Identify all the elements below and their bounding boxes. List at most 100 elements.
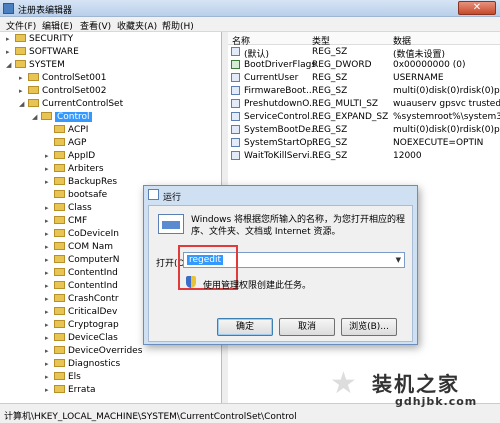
tree-item[interactable]: ▸ CoDeviceIn bbox=[45, 229, 119, 242]
expand-arrow-icon[interactable]: ▸ bbox=[45, 230, 53, 238]
tree-item[interactable]: ▸ AppID bbox=[45, 151, 95, 164]
expand-arrow-icon[interactable]: ▸ bbox=[45, 360, 53, 368]
tree-item-label[interactable]: bootsafe bbox=[68, 190, 107, 200]
tree-item-label[interactable]: ControlSet002 bbox=[42, 86, 107, 96]
value-row[interactable]: WaitToKillServi... REG_SZ 12000 bbox=[228, 150, 500, 163]
value-row[interactable]: BootDriverFlags REG_DWORD 0x00000000 (0) bbox=[228, 59, 500, 72]
tree-item-label[interactable]: ComputerN bbox=[68, 255, 119, 265]
collapse-arrow-icon[interactable]: ◢ bbox=[6, 61, 14, 69]
tree-item-label[interactable]: ContentInd bbox=[68, 268, 118, 278]
expand-arrow-icon[interactable]: ▸ bbox=[45, 243, 53, 251]
expand-arrow-icon[interactable]: ▸ bbox=[45, 204, 53, 212]
tree-item[interactable]: ◢ CurrentControlSet bbox=[19, 99, 123, 112]
tree-item-label[interactable]: ContentInd bbox=[68, 281, 118, 291]
tree-item[interactable]: ▸ Diagnostics bbox=[45, 359, 120, 372]
tree-item-label[interactable]: AGP bbox=[68, 138, 86, 148]
ok-button[interactable]: 确定 bbox=[217, 318, 273, 336]
tree-item[interactable]: ▸ Els bbox=[45, 372, 81, 385]
tree-item-label[interactable]: CrashContr bbox=[68, 294, 119, 304]
expand-arrow-icon[interactable]: ▸ bbox=[6, 35, 14, 43]
value-row[interactable]: CurrentUser REG_SZ USERNAME bbox=[228, 72, 500, 85]
close-button[interactable]: ✕ bbox=[458, 1, 496, 15]
tree-item[interactable]: ▸ CMF bbox=[45, 216, 87, 229]
expand-arrow-icon[interactable]: ▸ bbox=[45, 308, 53, 316]
expand-arrow-icon[interactable]: ▸ bbox=[45, 386, 53, 394]
value-row[interactable]: SystemStartOp... REG_SZ NOEXECUTE=OPTIN bbox=[228, 137, 500, 150]
tree-item[interactable]: ▸ DeviceOverrides bbox=[45, 346, 142, 359]
tree-item[interactable]: ▸ ComputerN bbox=[45, 255, 119, 268]
tree-item[interactable]: AGP bbox=[45, 138, 86, 151]
collapse-arrow-icon[interactable]: ◢ bbox=[19, 100, 27, 108]
tree-item-label[interactable]: Diagnostics bbox=[68, 359, 120, 369]
tree-item-label[interactable]: Arbiters bbox=[68, 164, 104, 174]
tree-item-label[interactable]: SOFTWARE bbox=[29, 47, 79, 57]
tree-item-label[interactable]: DeviceClas bbox=[68, 333, 118, 343]
expand-arrow-icon[interactable]: ▸ bbox=[6, 48, 14, 56]
tree-item-label[interactable]: CriticalDev bbox=[68, 307, 117, 317]
run-dialog-titlebar[interactable]: 运行 bbox=[144, 186, 417, 204]
expand-arrow-icon[interactable]: ▸ bbox=[45, 373, 53, 381]
tree-item-label[interactable]: Class bbox=[68, 203, 92, 213]
tree-item[interactable]: ▸ ContentInd bbox=[45, 281, 118, 294]
menu-file[interactable]: 文件(F) bbox=[6, 19, 36, 32]
tree-item-label[interactable]: Errata bbox=[68, 385, 96, 395]
tree-item[interactable]: ◢ SYSTEM bbox=[6, 60, 65, 73]
expand-arrow-icon[interactable]: ▸ bbox=[45, 152, 53, 160]
menu-favorites[interactable]: 收藏夹(A) bbox=[117, 19, 157, 32]
tree-item[interactable]: ▸ Class bbox=[45, 203, 92, 216]
tree-item-label[interactable]: COM Nam bbox=[68, 242, 113, 252]
expand-arrow-icon[interactable]: ▸ bbox=[45, 334, 53, 342]
expand-arrow-icon[interactable]: ▸ bbox=[19, 87, 27, 95]
menu-help[interactable]: 帮助(H) bbox=[162, 19, 194, 32]
tree-item[interactable]: bootsafe bbox=[45, 190, 107, 203]
tree-item-label[interactable]: AppID bbox=[68, 151, 95, 161]
value-row[interactable]: FirmwareBoot... REG_SZ multi(0)disk(0)rdis… bbox=[228, 85, 500, 98]
menu-edit[interactable]: 编辑(E) bbox=[42, 19, 73, 32]
tree-item-label[interactable]: SECURITY bbox=[29, 34, 73, 44]
tree-item[interactable]: ▸ BackupRes bbox=[45, 177, 117, 190]
tree-item-label[interactable]: Control bbox=[55, 112, 92, 122]
expand-arrow-icon[interactable]: ▸ bbox=[45, 256, 53, 264]
browse-button[interactable]: 浏览(B)... bbox=[341, 318, 397, 336]
tree-item[interactable]: ▸ CrashContr bbox=[45, 294, 119, 307]
tree-item[interactable]: ▸ SOFTWARE bbox=[6, 47, 79, 60]
tree-item[interactable]: ▸ ContentInd bbox=[45, 268, 118, 281]
expand-arrow-icon[interactable]: ▸ bbox=[45, 295, 53, 303]
collapse-arrow-icon[interactable]: ◢ bbox=[32, 113, 40, 121]
expand-arrow-icon[interactable]: ▸ bbox=[45, 347, 53, 355]
tree-item-label[interactable]: Els bbox=[68, 372, 81, 382]
tree-item-label[interactable]: BackupRes bbox=[68, 177, 117, 187]
expand-arrow-icon[interactable]: ▸ bbox=[45, 321, 53, 329]
expand-arrow-icon[interactable]: ▸ bbox=[19, 74, 27, 82]
expand-arrow-icon[interactable]: ▸ bbox=[45, 282, 53, 290]
tree-item[interactable]: ▸ Errata bbox=[45, 385, 96, 398]
menu-view[interactable]: 查看(V) bbox=[80, 19, 111, 32]
tree-item[interactable]: ▸ COM Nam bbox=[45, 242, 113, 255]
tree-item[interactable]: ▸ ControlSet002 bbox=[19, 86, 107, 99]
expand-arrow-icon[interactable]: ▸ bbox=[45, 165, 53, 173]
value-row[interactable]: PreshutdownO... REG_MULTI_SZ wuauserv gpsv… bbox=[228, 98, 500, 111]
expand-arrow-icon[interactable]: ▸ bbox=[45, 217, 53, 225]
tree-item-label[interactable]: Cryptograp bbox=[68, 320, 119, 330]
tree-item[interactable]: ▸ SECURITY bbox=[6, 34, 73, 47]
tree-item-label[interactable]: ACPI bbox=[68, 125, 88, 135]
tree-item[interactable]: ACPI bbox=[45, 125, 88, 138]
value-row[interactable]: SystemBootDe... REG_SZ multi(0)disk(0)rdis… bbox=[228, 124, 500, 137]
tree-item-label[interactable]: ControlSet001 bbox=[42, 73, 107, 83]
value-row[interactable]: ServiceControl... REG_EXPAND_SZ %systemroo… bbox=[228, 111, 500, 124]
tree-item-label[interactable]: SYSTEM bbox=[29, 60, 65, 70]
tree-item-label[interactable]: CurrentControlSet bbox=[42, 99, 123, 109]
tree-item-label[interactable]: CMF bbox=[68, 216, 87, 226]
tree-item[interactable]: ▸ CriticalDev bbox=[45, 307, 117, 320]
expand-arrow-icon[interactable]: ▸ bbox=[45, 178, 53, 186]
tree-item[interactable]: ◢ Control bbox=[32, 112, 92, 125]
expand-arrow-icon[interactable]: ▸ bbox=[45, 269, 53, 277]
tree-item[interactable]: ▸ Arbiters bbox=[45, 164, 104, 177]
tree-item-label[interactable]: DeviceOverrides bbox=[68, 346, 142, 356]
tree-item-label[interactable]: CoDeviceIn bbox=[68, 229, 119, 239]
cancel-button[interactable]: 取消 bbox=[279, 318, 335, 336]
tree-item[interactable]: ▸ ControlSet001 bbox=[19, 73, 107, 86]
value-row[interactable]: (默认) REG_SZ (数值未设置) bbox=[228, 46, 500, 60]
chevron-down-icon[interactable]: ▼ bbox=[396, 256, 401, 264]
tree-item[interactable]: ▸ Cryptograp bbox=[45, 320, 119, 333]
